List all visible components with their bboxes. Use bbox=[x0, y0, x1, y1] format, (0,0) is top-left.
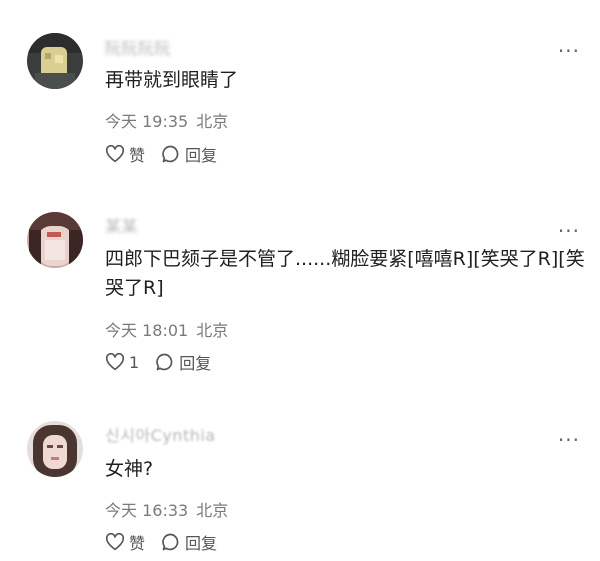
more-dots-icon[interactable]: ··· bbox=[558, 430, 580, 450]
speech-bubble-icon bbox=[162, 145, 179, 163]
like-label: 赞 bbox=[129, 146, 146, 165]
avatar[interactable] bbox=[27, 212, 83, 268]
comment-meta: 今天 19:35 北京 bbox=[105, 108, 228, 132]
like-button[interactable]: 赞 bbox=[105, 530, 145, 554]
reply-button[interactable]: 回复 bbox=[161, 142, 217, 166]
reply-label: 回复 bbox=[179, 354, 212, 373]
comment-time: 今天 19:35 bbox=[105, 112, 189, 131]
comment-username[interactable]: 신시아Cynthia bbox=[105, 422, 216, 446]
avatar-image bbox=[27, 421, 83, 477]
comment-actions: 赞 回复 bbox=[105, 142, 233, 166]
heart-outline-icon bbox=[105, 533, 125, 551]
comment-text: 四郎下巴颏子是不管了......糊脸要紧[嘻嘻R][笑哭了R][笑哭了R] bbox=[105, 248, 585, 299]
like-count: 1 bbox=[129, 352, 140, 372]
comment-content: 四郎下巴颏子是不管了......糊脸要紧[嘻嘻R][笑哭了R][笑哭了R] bbox=[105, 245, 585, 303]
more-dots-icon[interactable]: ··· bbox=[558, 41, 580, 61]
heart-outline-icon bbox=[105, 145, 125, 163]
comment-text: 再带就到眼睛了 bbox=[105, 69, 239, 91]
comment-meta: 今天 16:33 北京 bbox=[105, 497, 228, 521]
heart-outline-icon bbox=[105, 353, 125, 371]
comment-content: 再带就到眼睛了 bbox=[105, 66, 585, 95]
reply-button[interactable]: 回复 bbox=[155, 350, 211, 374]
like-label: 赞 bbox=[129, 534, 146, 553]
avatar-image bbox=[27, 33, 83, 89]
like-button[interactable]: 赞 bbox=[105, 142, 145, 166]
reply-label: 回复 bbox=[185, 146, 218, 165]
comment-text: 女神? bbox=[105, 458, 154, 480]
comment-actions: 赞 回复 bbox=[105, 530, 233, 554]
comment-username[interactable]: 某某 bbox=[105, 213, 138, 237]
comment-time: 今天 18:01 bbox=[105, 321, 189, 340]
more-dots-icon[interactable]: ··· bbox=[558, 221, 580, 241]
reply-label: 回复 bbox=[185, 534, 218, 553]
avatar-image bbox=[27, 212, 83, 268]
avatar[interactable] bbox=[27, 421, 83, 477]
speech-bubble-icon bbox=[162, 533, 179, 551]
comment-content: 女神? bbox=[105, 455, 585, 484]
comment-actions: 1 回复 bbox=[105, 350, 227, 374]
comment-time: 今天 16:33 bbox=[105, 501, 189, 520]
avatar[interactable] bbox=[27, 33, 83, 89]
comment-location: 北京 bbox=[196, 112, 229, 131]
reply-button[interactable]: 回复 bbox=[161, 530, 217, 554]
like-button[interactable]: 1 bbox=[105, 353, 139, 372]
comment-location: 北京 bbox=[196, 321, 229, 340]
comment-meta: 今天 18:01 北京 bbox=[105, 317, 228, 341]
comment-username[interactable]: 阮阮阮阮 bbox=[105, 35, 171, 59]
speech-bubble-icon bbox=[156, 353, 173, 371]
comment-location: 北京 bbox=[196, 501, 229, 520]
